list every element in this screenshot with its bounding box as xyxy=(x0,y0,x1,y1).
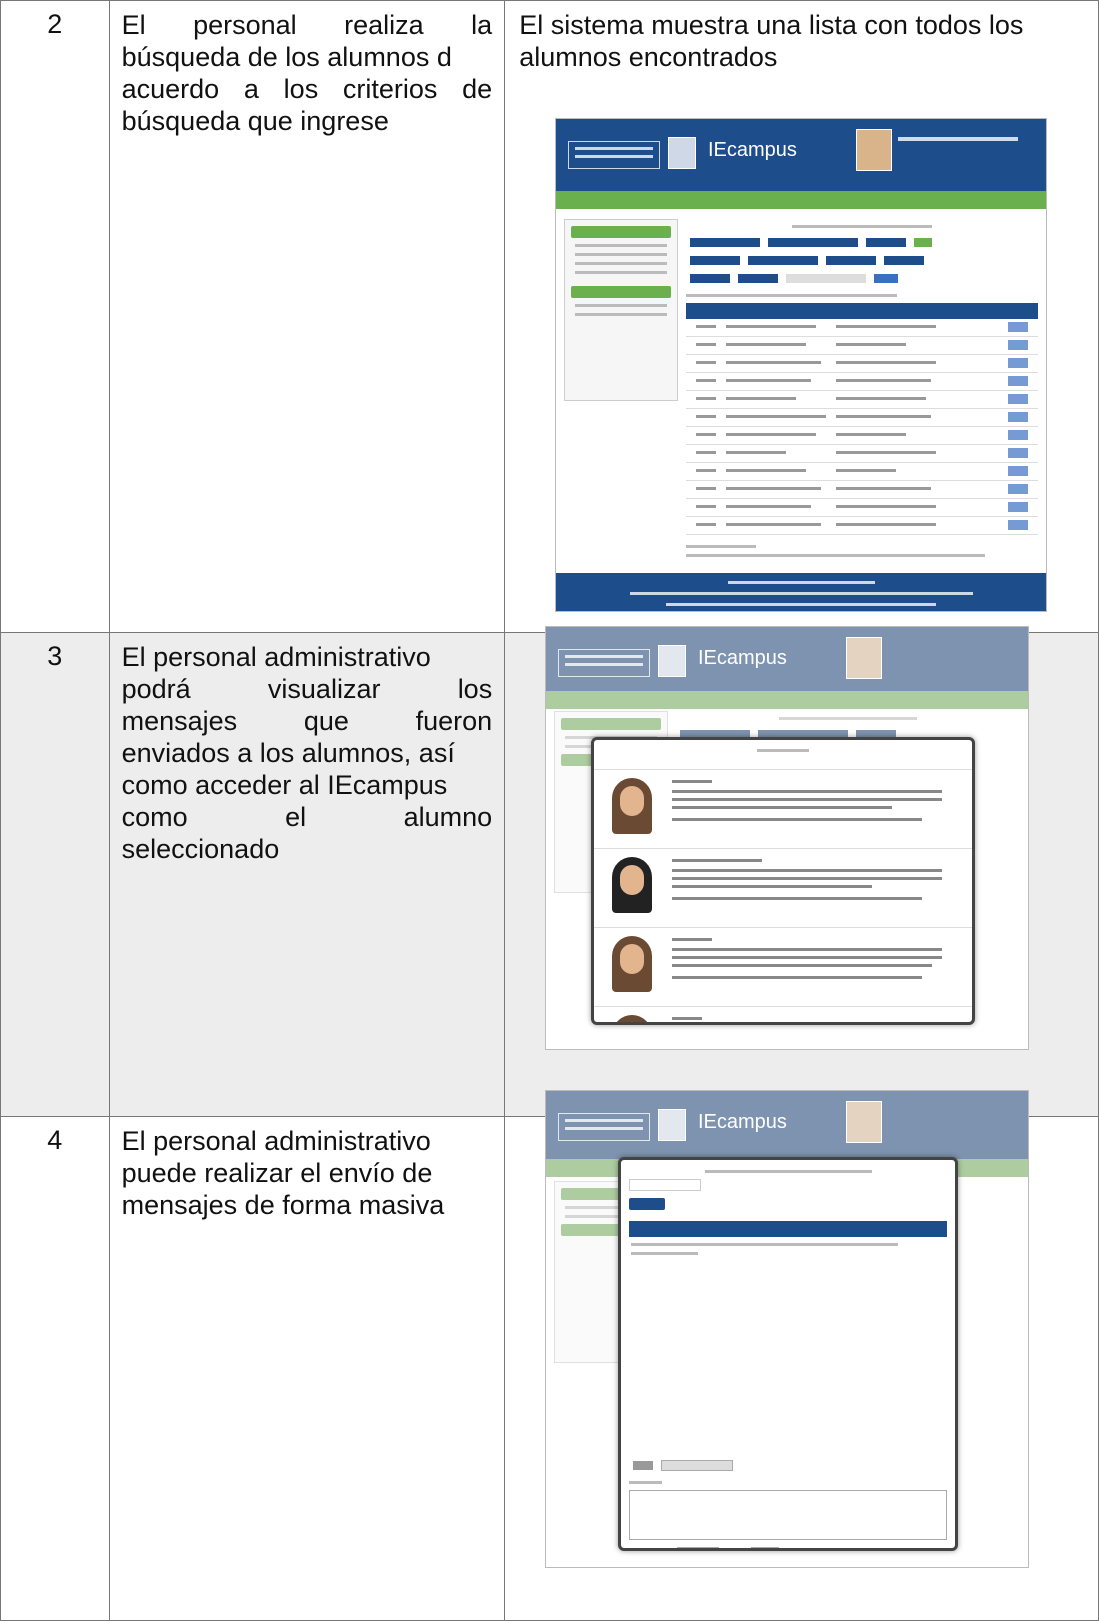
desc-line: mensajes que fueron xyxy=(121,706,493,736)
institute-logo xyxy=(568,141,660,169)
step-description: El personal realiza la búsqueda de los a… xyxy=(108,0,506,633)
desc-line: El personal realiza la xyxy=(121,10,493,40)
message-textarea[interactable] xyxy=(629,1490,947,1540)
compose-screenshot: IEcampus xyxy=(545,1090,1029,1568)
messages-modal xyxy=(591,737,975,1025)
tab-header[interactable] xyxy=(629,1179,701,1191)
app-header: IEcampus xyxy=(556,119,1046,191)
status-bar xyxy=(556,191,1046,209)
message-item xyxy=(594,928,972,1007)
logo-badge-icon xyxy=(658,645,686,677)
desc-line: búsqueda que ingrese xyxy=(121,106,389,136)
app-footer xyxy=(556,573,1046,611)
recipients-header xyxy=(629,1221,947,1237)
desc-line: seleccionado xyxy=(121,834,280,864)
desc-line: El personal administrativo xyxy=(121,1126,431,1156)
status-bar xyxy=(546,691,1028,709)
student-photo xyxy=(612,936,652,992)
user-avatar xyxy=(846,637,882,679)
app-brand: IEcampus xyxy=(698,647,787,669)
desc-line: mensajes de forma masiva xyxy=(121,1190,445,1220)
app-brand: IEcampus xyxy=(698,1111,787,1133)
messages-screenshot: IEcampus xyxy=(545,626,1029,1050)
result-text: El sistema muestra una lista con todos l… xyxy=(519,10,1024,72)
logo-badge-icon xyxy=(658,1109,686,1141)
user-avatar xyxy=(856,129,892,171)
logo-badge-icon xyxy=(668,137,696,169)
message-item xyxy=(594,1007,972,1022)
step-number: 2 xyxy=(0,0,110,633)
student-search-panel xyxy=(686,219,1038,563)
institute-logo xyxy=(558,1113,650,1141)
student-photo xyxy=(612,1015,652,1022)
step-number: 4 xyxy=(0,1116,110,1621)
app-header: IEcampus xyxy=(546,627,1028,691)
app-header: IEcampus xyxy=(546,1091,1028,1159)
user-avatar xyxy=(846,1101,882,1143)
step-description: El personal administrativo podrá visuali… xyxy=(108,632,506,1117)
student-list-screenshot: IEcampus xyxy=(555,118,1047,612)
desc-line: como el alumno xyxy=(121,802,493,832)
compose-modal xyxy=(618,1157,958,1551)
message-item xyxy=(594,770,972,849)
user-name xyxy=(898,137,1018,141)
institute-logo xyxy=(558,649,650,677)
add-button[interactable] xyxy=(629,1198,665,1210)
step-number: 3 xyxy=(0,632,110,1117)
desc-line: búsqueda de los alumnos d xyxy=(121,42,452,72)
sidebar xyxy=(564,219,678,401)
student-photo xyxy=(612,778,652,834)
app-brand: IEcampus xyxy=(708,139,797,161)
desc-line: puede realizar el envío de xyxy=(121,1158,433,1188)
desc-line: El personal administrativo xyxy=(121,642,431,672)
desc-line: podrá visualizar los xyxy=(121,674,493,704)
desc-line: enviados a los alumnos, así xyxy=(121,738,455,768)
step-description: El personal administrativo puede realiza… xyxy=(108,1116,506,1621)
student-photo xyxy=(612,857,652,913)
message-item xyxy=(594,849,972,928)
desc-line: como acceder al IEcampus xyxy=(121,770,448,800)
desc-line: acuerdo a los criterios de xyxy=(121,74,493,104)
